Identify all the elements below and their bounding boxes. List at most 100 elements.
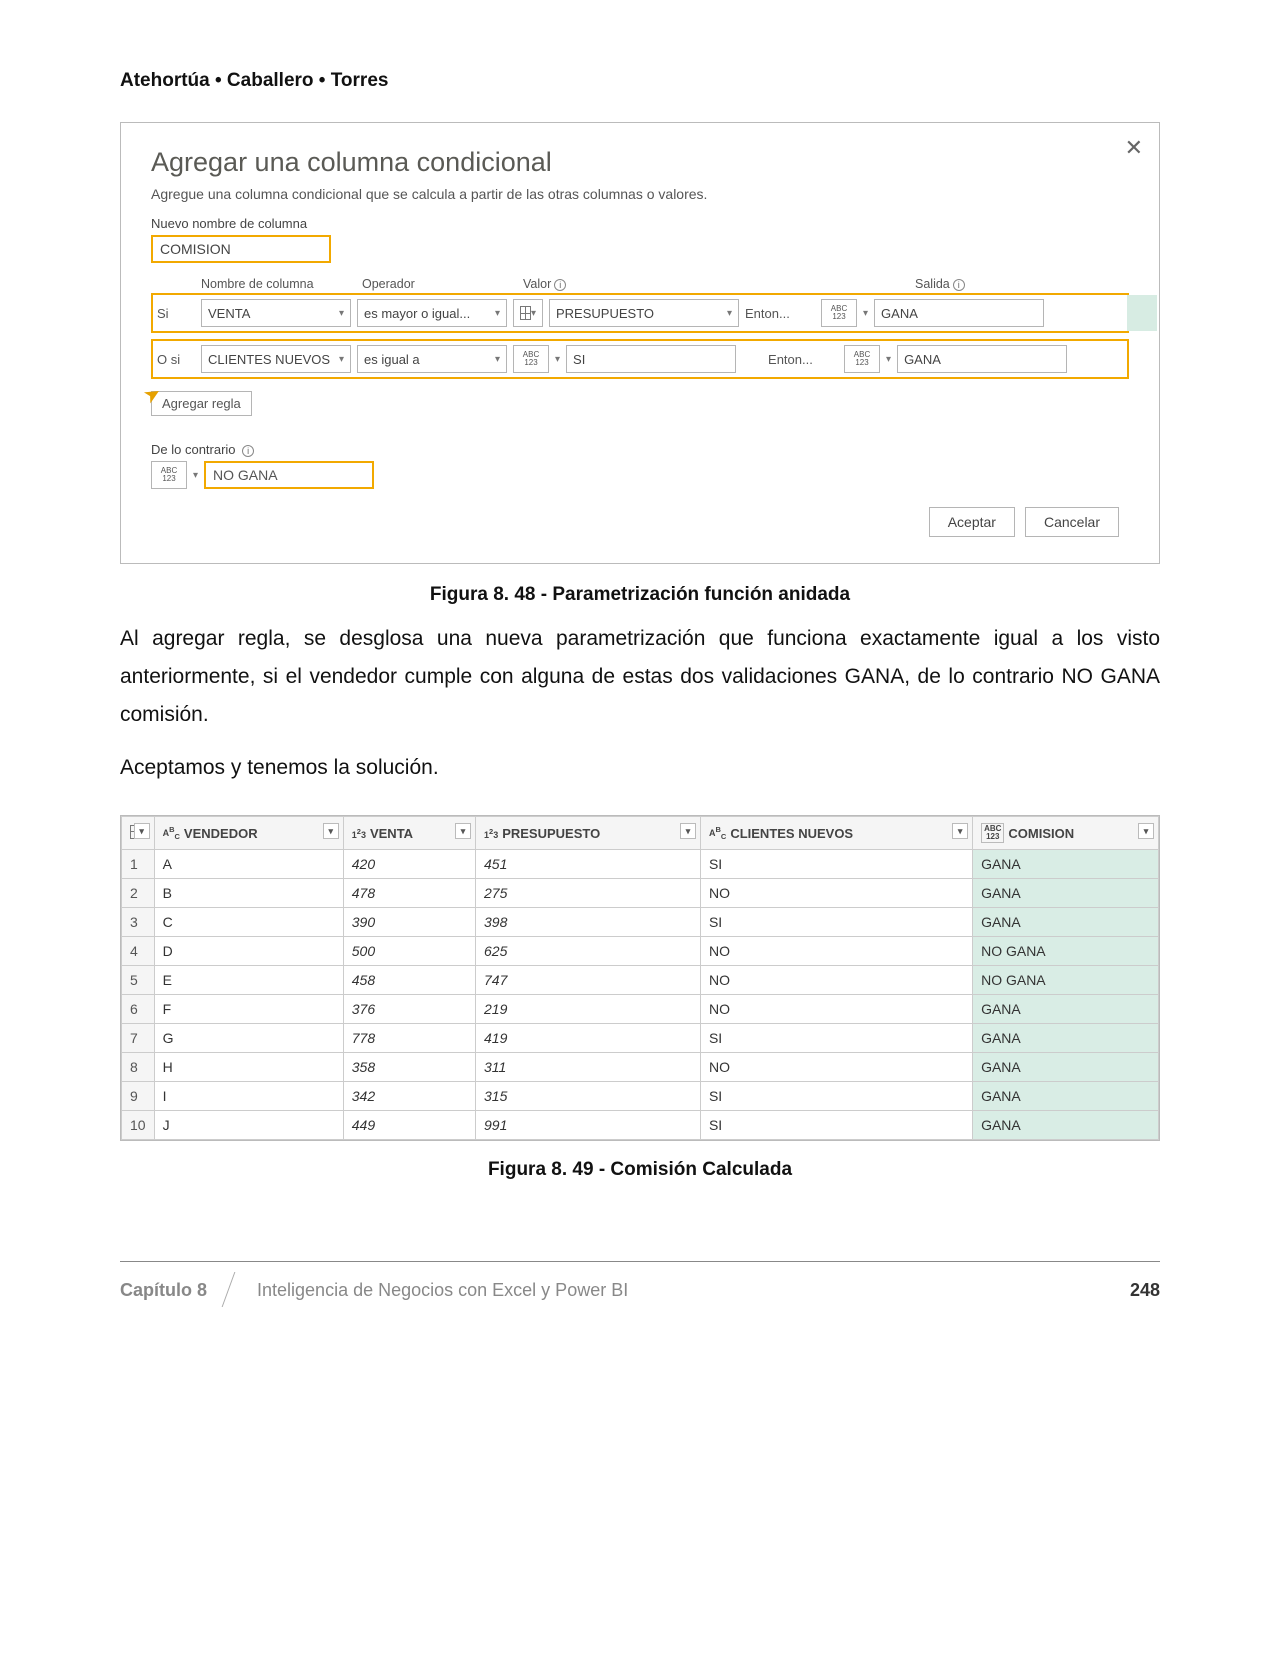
output-type-select[interactable]: ABC123 [844,345,880,373]
accept-button[interactable]: Aceptar [929,507,1015,537]
cell-venta: 500 [343,937,475,966]
cell-vendedor: J [154,1111,343,1140]
col-header-clientes[interactable]: ABC CLIENTES NUEVOS ▾ [700,817,972,850]
table-row: 10J449991SIGANA [122,1111,1159,1140]
info-icon: i [953,279,965,291]
cell-venta: 358 [343,1053,475,1082]
col-header-vendedor[interactable]: ABC VENDEDOR ▾ [154,817,343,850]
otherwise-input[interactable] [204,461,374,489]
table-row: 4D500625NONO GANA [122,937,1159,966]
chevron-down-icon[interactable]: ▾ [455,823,471,839]
column-select[interactable]: CLIENTES NUEVOS▾ [201,345,351,373]
col-header-presupuesto[interactable]: 123 PRESUPUESTO ▾ [476,817,701,850]
cell-presupuesto: 747 [476,966,701,995]
value-input[interactable]: SI [566,345,736,373]
row-index: 1 [122,850,155,879]
chevron-down-icon: ▾ [495,308,500,319]
cell-venta: 376 [343,995,475,1024]
info-icon: i [554,279,566,291]
cell-presupuesto: 419 [476,1024,701,1053]
more-icon[interactable]: ··· [1131,301,1149,322]
figure-caption-49: Figura 8. 49 - Comisión Calculada [120,1159,1160,1181]
chevron-down-icon: ▾ [555,354,560,365]
chevron-down-icon: ▾ [339,308,344,319]
cell-presupuesto: 219 [476,995,701,1024]
cancel-button[interactable]: Cancelar [1025,507,1119,537]
add-rule-button[interactable]: ➤ Agregar regla [151,391,252,416]
cell-comision: GANA [973,879,1159,908]
otherwise-type-select[interactable]: ABC123 [151,461,187,489]
figure-caption-48: Figura 8. 48 - Parametrización función a… [120,584,1160,606]
rule-headers: Nombre de columna Operador Valori Salida… [151,277,1129,291]
new-column-input[interactable] [151,235,331,263]
row-index: 4 [122,937,155,966]
table-row: 2B478275NOGANA [122,879,1159,908]
chapter-label: Capítulo 8 [120,1280,237,1301]
close-icon[interactable]: ✕ [1125,135,1143,161]
table-row: 7G778419SIGANA [122,1024,1159,1053]
rule-prefix: Si [157,306,195,321]
col-header-venta[interactable]: 123 VENTA ▾ [343,817,475,850]
table-row: 3C390398SIGANA [122,908,1159,937]
table-row: 8H358311NOGANA [122,1053,1159,1082]
chevron-down-icon[interactable]: ▾ [134,823,150,839]
chevron-down-icon: ▾ [339,354,344,365]
cell-venta: 420 [343,850,475,879]
cell-presupuesto: 991 [476,1111,701,1140]
cell-venta: 449 [343,1111,475,1140]
cell-comision: GANA [973,908,1159,937]
chevron-down-icon: ▾ [531,308,536,319]
cell-presupuesto: 451 [476,850,701,879]
chevron-down-icon[interactable]: ▾ [1138,823,1154,839]
paragraph: Al agregar regla, se desglosa una nueva … [120,620,1160,733]
value-type-select[interactable]: ABC123 [513,345,549,373]
hdr-value: Valori [523,277,783,291]
book-title: Inteligencia de Negocios con Excel y Pow… [237,1280,1130,1301]
row-index: 9 [122,1082,155,1111]
then-label: Enton... [768,352,838,367]
column-ref-icon [520,306,531,320]
col-header-comision[interactable]: ABC123 COMISION ▾ [973,817,1159,850]
cell-clientes: NO [700,937,972,966]
value-select[interactable]: PRESUPUESTO▾ [549,299,739,327]
hdr-column: Nombre de columna [201,277,356,291]
cell-presupuesto: 311 [476,1053,701,1082]
output-input[interactable]: GANA [874,299,1044,327]
cell-venta: 778 [343,1024,475,1053]
value-type-select[interactable]: ▾ [513,299,543,327]
table-row: 5E458747NONO GANA [122,966,1159,995]
chevron-down-icon: ▾ [727,308,732,319]
table-row: 1A420451SIGANA [122,850,1159,879]
column-select[interactable]: VENTA▾ [201,299,351,327]
operator-select[interactable]: es igual a▾ [357,345,507,373]
hdr-operator: Operador [362,277,517,291]
cell-presupuesto: 275 [476,879,701,908]
cell-presupuesto: 315 [476,1082,701,1111]
cell-clientes: SI [700,850,972,879]
chevron-down-icon: ▾ [886,354,891,365]
chevron-down-icon[interactable]: ▾ [680,823,696,839]
cell-vendedor: F [154,995,343,1024]
chevron-down-icon[interactable]: ▾ [323,823,339,839]
row-index: 6 [122,995,155,1024]
output-input[interactable]: GANA [897,345,1067,373]
dialog-title: Agregar una columna condicional [151,147,1129,178]
row-index: 2 [122,879,155,908]
chevron-down-icon[interactable]: ▾ [952,823,968,839]
operator-select[interactable]: es mayor o igual...▾ [357,299,507,327]
cell-clientes: NO [700,995,972,1024]
cell-venta: 342 [343,1082,475,1111]
cell-vendedor: I [154,1082,343,1111]
page-authors: Atehortúa • Caballero • Torres [120,70,1160,92]
otherwise-label: De lo contrario i [151,442,1129,457]
output-type-select[interactable]: ABC123 [821,299,857,327]
cell-vendedor: A [154,850,343,879]
then-label: Enton... [745,306,815,321]
table-row: 9I342315SIGANA [122,1082,1159,1111]
dialog-subtitle: Agregue una columna condicional que se c… [151,186,1129,202]
cell-venta: 478 [343,879,475,908]
row-index: 10 [122,1111,155,1140]
cell-comision: GANA [973,1024,1159,1053]
cell-comision: GANA [973,1082,1159,1111]
cell-comision: NO GANA [973,937,1159,966]
